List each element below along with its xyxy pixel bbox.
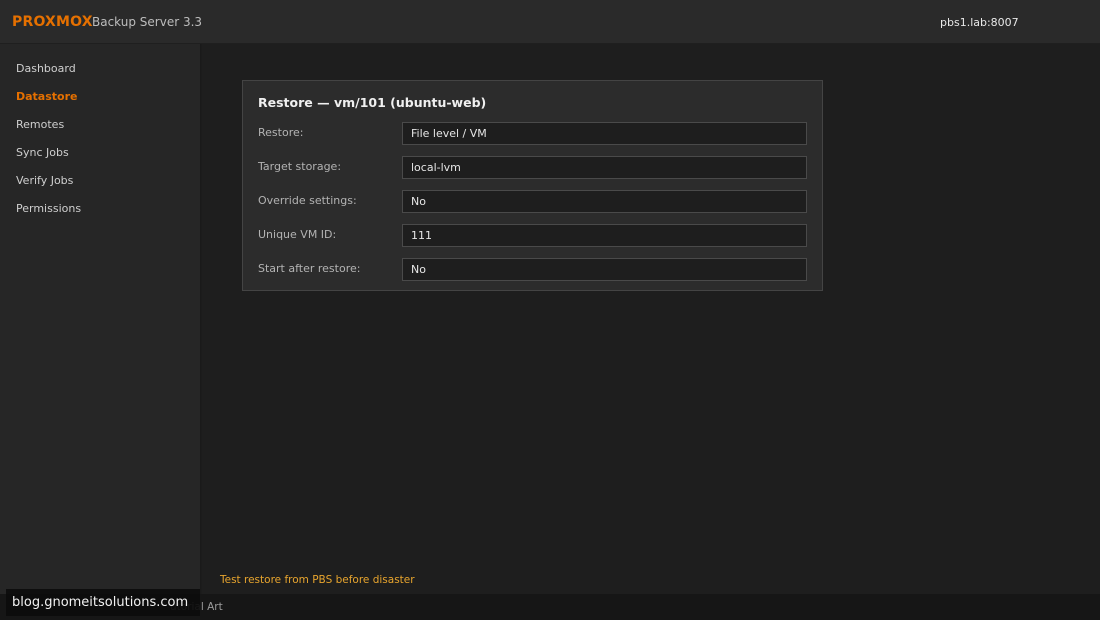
unique-vm-id-field[interactable]: 111 xyxy=(402,224,807,247)
sidebar: Dashboard Datastore Remotes Sync Jobs Ve… xyxy=(0,44,201,594)
watermark: blog.gnomeitsolutions.com xyxy=(6,589,200,616)
restore-dialog: Restore — vm/101 (ubuntu-web) Restore: F… xyxy=(242,80,823,291)
start-after-restore-label: Start after restore: xyxy=(258,262,361,275)
sidebar-item-sync-jobs[interactable]: Sync Jobs xyxy=(16,146,69,159)
sidebar-item-remotes[interactable]: Remotes xyxy=(16,118,64,131)
unique-vm-id-label: Unique VM ID: xyxy=(258,228,337,241)
top-bar: PROXMOX Backup Server 3.3 pbs1.lab:8007 xyxy=(0,0,1100,44)
proxmox-logo: PROXMOX xyxy=(12,14,93,30)
restore-mode-label: Restore: xyxy=(258,126,304,139)
sidebar-item-permissions[interactable]: Permissions xyxy=(16,202,81,215)
hostname-label: pbs1.lab:8007 xyxy=(940,16,1019,29)
watermark-text: blog.gnomeitsolutions.com xyxy=(12,595,189,610)
target-storage-field[interactable]: local-lvm xyxy=(402,156,807,179)
sidebar-item-dashboard[interactable]: Dashboard xyxy=(16,62,76,75)
override-settings-label: Override settings: xyxy=(258,194,357,207)
product-name: Backup Server 3.3 xyxy=(92,15,203,29)
target-storage-label: Target storage: xyxy=(258,160,342,173)
sidebar-item-datastore[interactable]: Datastore xyxy=(16,90,77,103)
restore-mode-field[interactable]: File level / VM xyxy=(402,122,807,145)
override-settings-field[interactable]: No xyxy=(402,190,807,213)
start-after-restore-field[interactable]: No xyxy=(402,258,807,281)
dialog-title: Restore — vm/101 (ubuntu-web) xyxy=(258,95,487,110)
sidebar-item-verify-jobs[interactable]: Verify Jobs xyxy=(16,174,73,187)
restore-tip: Test restore from PBS before disaster xyxy=(220,574,415,586)
